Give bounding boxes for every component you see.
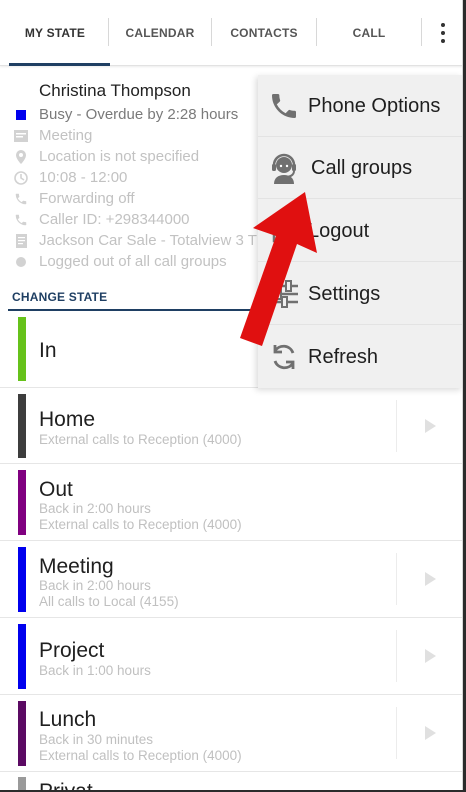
location-pin-icon <box>14 149 28 164</box>
headset-agent-icon <box>268 152 300 184</box>
state-detail: External calls to Reception (4000) <box>39 432 242 447</box>
play-icon <box>424 726 436 740</box>
menu-item-call-groups[interactable]: Call groups <box>258 137 462 199</box>
state-detail: Back in 2:00 hours <box>39 578 151 593</box>
state-color-bar <box>18 701 26 766</box>
app-screen: MY STATE CALENDAR CONTACTS CALL Christin… <box>0 0 463 790</box>
state-item-meeting[interactable]: Meeting Back in 2:00 hours All calls to … <box>0 541 462 618</box>
user-name: Christina Thompson <box>39 80 191 100</box>
menu-item-settings[interactable]: Settings <box>258 263 462 325</box>
state-color-bar <box>18 394 26 458</box>
tab-label: MY STATE <box>24 26 86 40</box>
menu-item-label: Settings <box>308 282 381 305</box>
state-name: Privat <box>39 780 93 790</box>
state-play-button[interactable] <box>396 553 462 605</box>
state-color-bar <box>18 470 26 535</box>
menu-item-label: Call groups <box>311 156 413 179</box>
document-icon <box>14 233 28 248</box>
logout-icon <box>268 215 300 247</box>
tab-calendar[interactable]: CALENDAR <box>108 0 212 66</box>
state-item-privat[interactable]: Privat <box>0 772 462 790</box>
detail-text: Jackson Car Sale - Totalview 3 T <box>39 232 257 249</box>
status-color-icon <box>14 108 28 122</box>
state-color-bar <box>18 317 26 381</box>
detail-text: Caller ID: +298344000 <box>39 211 190 228</box>
state-detail: Back in 1:00 hours <box>39 663 151 678</box>
state-detail: External calls to Reception (4000) <box>39 748 242 763</box>
menu-item-phone-options[interactable]: Phone Options <box>258 75 462 137</box>
menu-item-refresh[interactable]: Refresh <box>258 326 462 388</box>
state-detail: Back in 30 minutes <box>39 732 154 747</box>
tab-contacts[interactable]: CONTACTS <box>211 0 317 66</box>
tab-my-state[interactable]: MY STATE <box>0 0 110 66</box>
dot-icon <box>14 255 28 269</box>
tab-label: CALL <box>352 26 386 40</box>
state-play-button[interactable] <box>396 707 462 759</box>
state-name: Out <box>39 478 73 501</box>
tab-label: CALENDAR <box>125 26 195 40</box>
state-name: Project <box>39 639 105 662</box>
busy-status: Busy - Overdue by 2:28 hours <box>39 106 239 123</box>
phone-icon <box>268 90 300 122</box>
state-item-home[interactable]: Home External calls to Reception (4000) <box>0 388 462 464</box>
menu-item-logout[interactable]: Logout <box>258 200 462 262</box>
state-name: In <box>39 339 57 362</box>
state-name: Home <box>39 408 96 431</box>
detail-text: Location is not specified <box>39 148 200 165</box>
detail-text: Meeting <box>39 127 93 144</box>
state-name: Lunch <box>39 708 97 731</box>
state-play-button[interactable] <box>396 630 462 682</box>
state-color-bar <box>18 624 26 689</box>
state-item-out[interactable]: Out Back in 2:00 hours External calls to… <box>0 464 462 541</box>
clock-icon <box>14 170 28 185</box>
state-color-bar <box>18 777 26 790</box>
state-item-lunch[interactable]: Lunch Back in 30 minutes External calls … <box>0 695 462 772</box>
menu-item-label: Logout <box>308 219 370 242</box>
sliders-icon <box>268 278 300 310</box>
tab-label: CONTACTS <box>230 26 298 40</box>
refresh-icon <box>268 341 300 373</box>
state-detail: Back in 2:00 hours <box>39 501 151 516</box>
overflow-menu: Phone Options Call groups Logout Setting… <box>258 75 462 388</box>
state-name: Meeting <box>39 555 114 578</box>
tab-call[interactable]: CALL <box>316 0 422 66</box>
play-icon <box>424 572 436 586</box>
divider <box>8 309 263 311</box>
overflow-menu-icon[interactable] <box>422 0 462 66</box>
detail-text: Forwarding off <box>39 190 135 207</box>
message-icon <box>14 129 28 143</box>
detail-text: Logged out of all call groups <box>39 253 227 270</box>
menu-item-label: Refresh <box>308 345 379 368</box>
state-detail: External calls to Reception (4000) <box>39 517 242 532</box>
phone-icon <box>14 213 28 227</box>
play-icon <box>424 649 436 663</box>
play-icon <box>424 419 436 433</box>
phone-forward-icon <box>14 192 28 206</box>
tab-bar: MY STATE CALENDAR CONTACTS CALL <box>0 0 462 66</box>
state-play-button[interactable] <box>396 400 462 452</box>
menu-item-label: Phone Options <box>308 94 441 117</box>
change-state-heading: CHANGE STATE <box>12 290 108 304</box>
detail-text: 10:08 - 12:00 <box>39 169 128 186</box>
state-item-project[interactable]: Project Back in 1:00 hours <box>0 618 462 695</box>
state-detail: All calls to Local (4155) <box>39 594 179 609</box>
state-color-bar <box>18 547 26 612</box>
